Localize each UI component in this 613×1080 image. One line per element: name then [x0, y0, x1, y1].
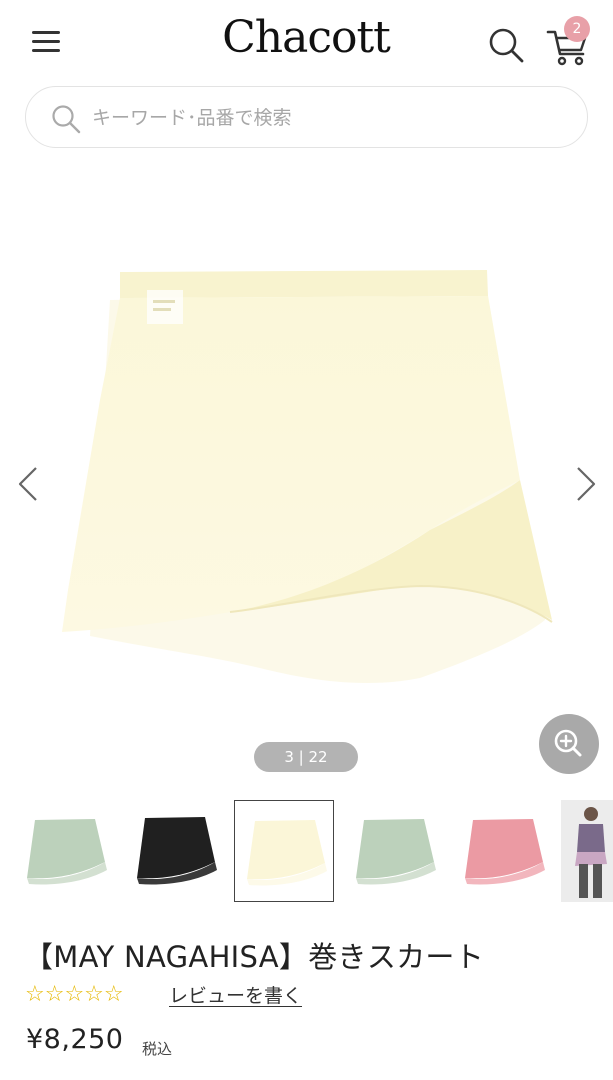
product-title: 【MAY NAGAHISA】巻きスカート	[24, 940, 485, 974]
hamburger-menu-icon[interactable]	[28, 28, 64, 58]
rating-stars-icon: ☆☆☆☆☆	[25, 982, 125, 1008]
zoom-in-icon[interactable]	[539, 714, 599, 774]
thumbnail-2[interactable]	[125, 800, 225, 902]
brand-logo[interactable]: Chacott	[206, 12, 406, 63]
next-image-chevron-icon[interactable]	[570, 464, 600, 504]
header: Chacott 2	[0, 0, 613, 84]
thumbnail-1[interactable]	[15, 800, 115, 902]
product-image	[62, 270, 553, 684]
thumbnail-5[interactable]	[453, 800, 553, 902]
product-price: ¥8,250	[26, 1024, 124, 1055]
search-input[interactable]	[92, 99, 562, 137]
tax-included-label: 税込	[142, 1040, 173, 1058]
previous-image-chevron-icon[interactable]	[14, 464, 44, 504]
thumbnail-6[interactable]	[561, 800, 613, 902]
search-icon[interactable]	[487, 26, 525, 64]
search-field-icon	[50, 103, 82, 135]
write-review-link[interactable]: レビューを書く	[169, 981, 302, 1008]
image-counter: 3 | 22	[254, 742, 358, 772]
product-image-gallery[interactable]: 3 | 22	[0, 150, 613, 790]
search-bar[interactable]	[25, 86, 588, 148]
thumbnail-3-selected[interactable]	[234, 800, 334, 902]
thumbnail-strip	[0, 800, 613, 904]
star-rating: ☆☆☆☆☆	[25, 982, 124, 1007]
thumbnail-4[interactable]	[344, 800, 444, 902]
cart-count-badge: 2	[564, 16, 590, 42]
